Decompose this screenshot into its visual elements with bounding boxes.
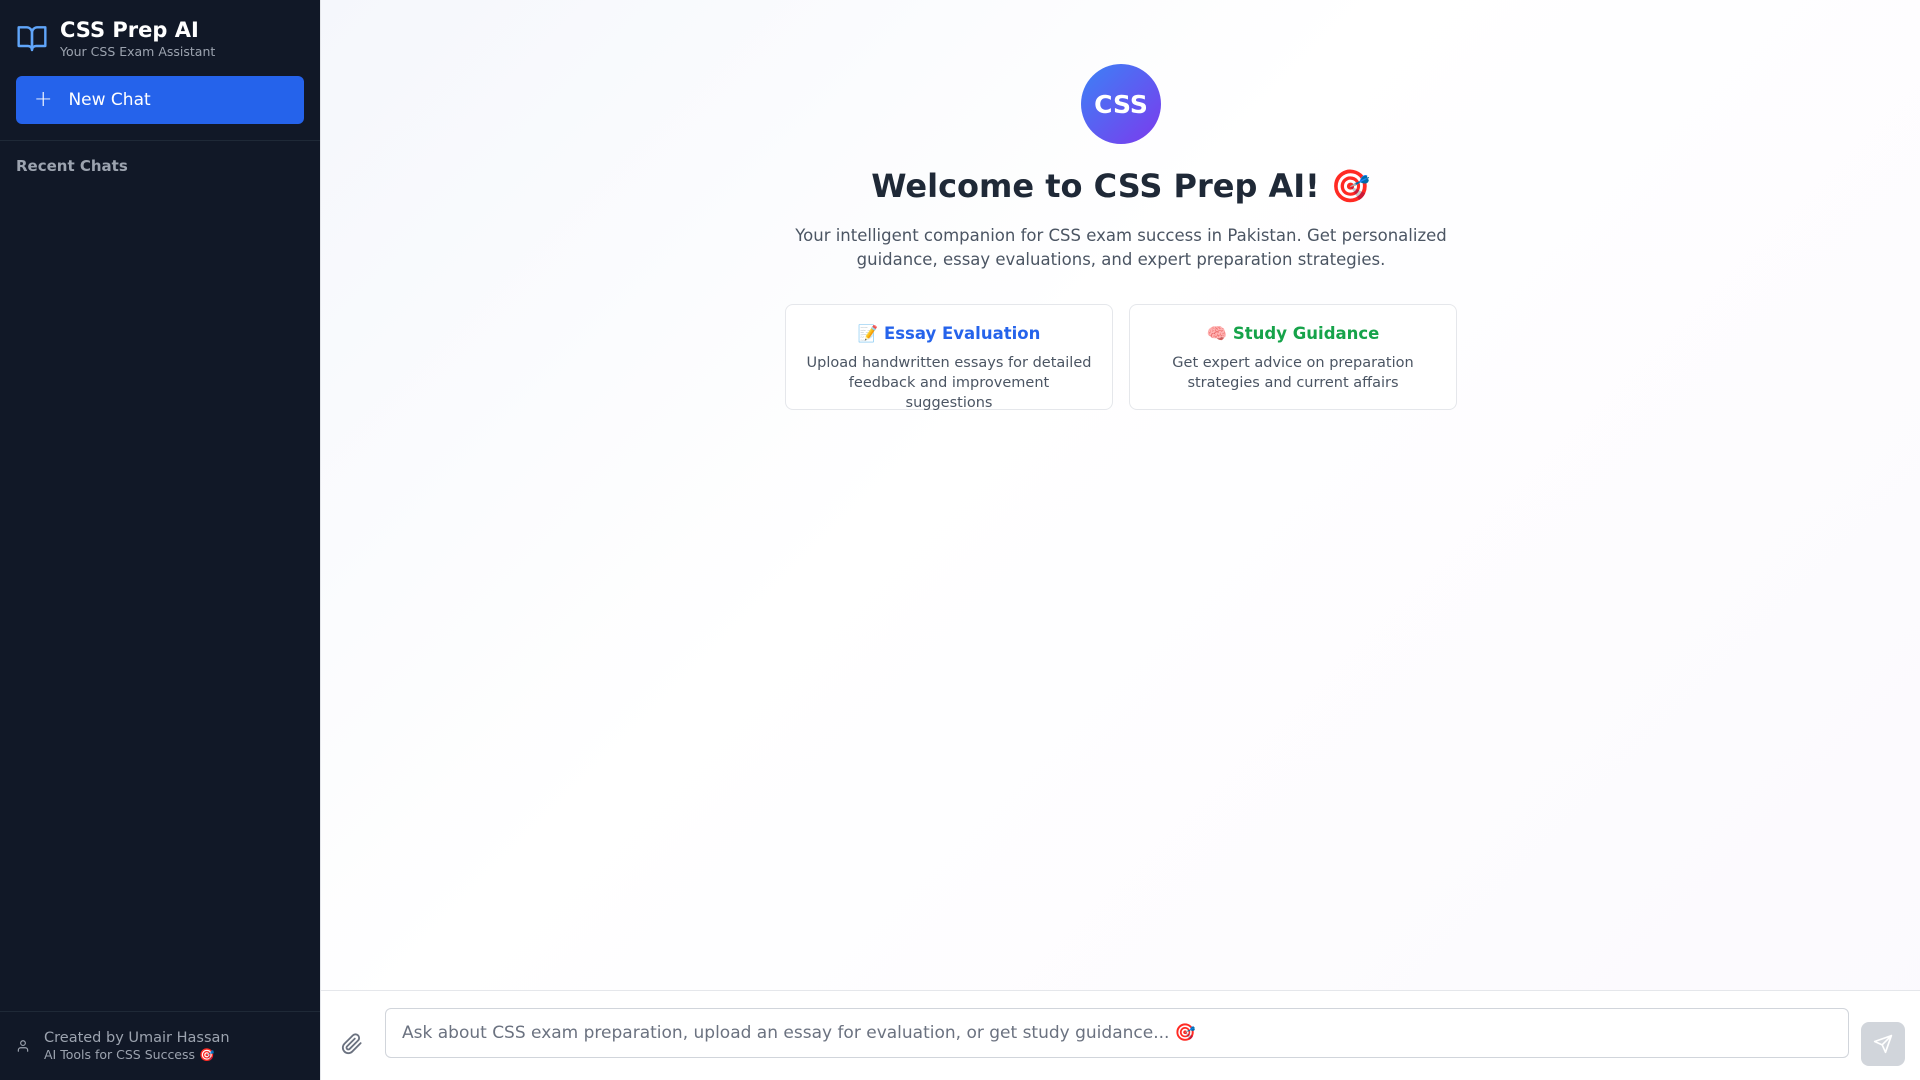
footer-subtitle: AI Tools for CSS Success 🎯 <box>44 1047 215 1062</box>
book-open-icon <box>17 26 47 52</box>
new-chat-button[interactable]: + New Chat <box>16 76 304 124</box>
footer-creator: Created by Umair Hassan <box>44 1030 230 1046</box>
sidebar-footer: Created by Umair Hassan AI Tools for CSS… <box>0 1011 320 1080</box>
footer-text: Created by Umair Hassan AI Tools for CSS… <box>44 1029 230 1063</box>
study-guidance-description: Get expert advice on preparation strateg… <box>1172 355 1414 391</box>
study-guidance-title: 🧠 Study Guidance <box>1206 324 1380 343</box>
new-chat-label: New Chat <box>68 90 151 110</box>
brand-text: CSS Prep AI Your CSS Exam Assistant <box>60 16 215 60</box>
app-root: CSS Prep AI Your CSS Exam Assistant + Ne… <box>0 0 1920 1080</box>
welcome-title: Welcome to CSS Prep AI! 🎯 <box>871 167 1371 205</box>
essay-evaluation-description: Upload handwritten essays for detailed f… <box>806 355 1092 411</box>
css-logo: CSS <box>1081 64 1161 144</box>
recent-chats-heading: Recent Chats <box>16 157 128 175</box>
brand: CSS Prep AI Your CSS Exam Assistant <box>0 0 320 60</box>
essay-evaluation-title: 📝 Essay Evaluation <box>857 324 1041 343</box>
plus-icon: + <box>34 87 53 112</box>
welcome-tagline: Your intelligent companion for CSS exam … <box>795 226 1447 269</box>
sidebar: CSS Prep AI Your CSS Exam Assistant + Ne… <box>0 0 320 1080</box>
essay-evaluation-card[interactable]: 📝 Essay Evaluation Upload handwritten es… <box>785 304 1113 411</box>
paperclip-icon[interactable] <box>341 1033 363 1055</box>
send-icon <box>1873 1034 1893 1054</box>
chat-input-bar <box>321 990 1920 1080</box>
send-button[interactable] <box>1861 1022 1905 1066</box>
brand-subtitle: Your CSS Exam Assistant <box>60 44 216 59</box>
brand-title: CSS Prep AI <box>60 18 199 42</box>
study-guidance-card[interactable]: 🧠 Study Guidance Get expert advice on pr… <box>1129 304 1457 410</box>
user-icon <box>17 1040 29 1052</box>
main-area: CSS Welcome to CSS Prep AI! 🎯 Your intel… <box>320 0 1920 1080</box>
chat-input[interactable] <box>385 1008 1849 1058</box>
feature-cards: 📝 Essay Evaluation Upload handwritten es… <box>785 304 1457 411</box>
welcome-hero: CSS Welcome to CSS Prep AI! 🎯 Your intel… <box>321 0 1920 411</box>
